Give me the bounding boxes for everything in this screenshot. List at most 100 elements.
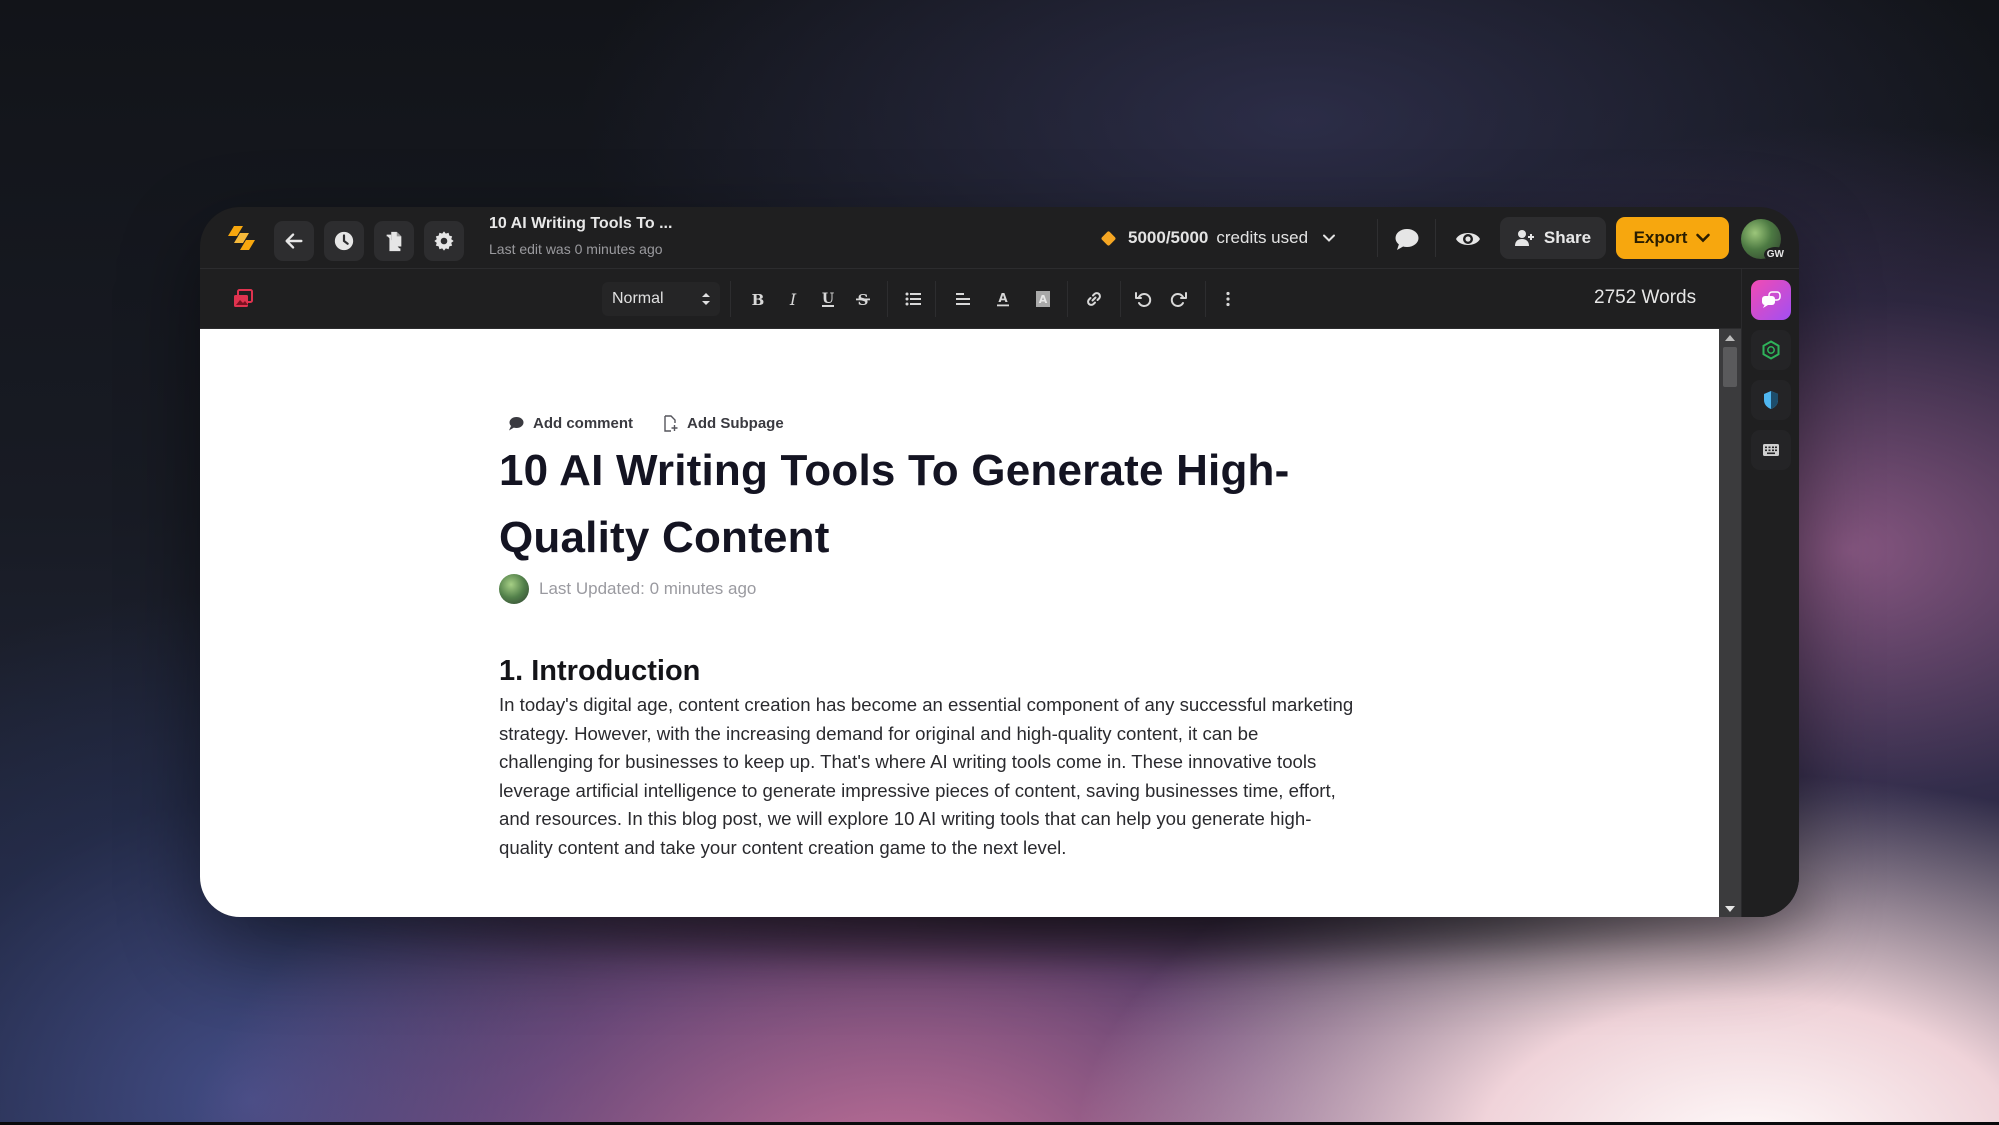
divider [1377, 219, 1378, 257]
comments-button[interactable] [1393, 225, 1421, 253]
text-color-icon: A [997, 291, 1009, 307]
add-subpage-label: Add Subpage [687, 415, 784, 432]
back-button[interactable] [274, 221, 314, 261]
undo-button[interactable] [1130, 286, 1156, 312]
document-title[interactable]: 10 AI Writing Tools To ... [489, 215, 672, 233]
underline-icon: U [822, 291, 834, 307]
export-label: Export [1633, 228, 1688, 247]
share-button[interactable]: Share [1500, 217, 1606, 259]
chat-assistant-button[interactable] [1751, 280, 1791, 320]
formatting-toolbar: Normal B I U S A A 2752 Words [200, 269, 1741, 329]
vertical-scrollbar[interactable] [1719, 329, 1741, 917]
settings-button[interactable] [424, 221, 464, 261]
article-title-line: Quality Content [499, 513, 830, 562]
divider [1120, 281, 1121, 317]
user-avatar[interactable]: GW [1741, 219, 1787, 262]
add-page-icon [664, 415, 678, 432]
comment-bubble-icon [1395, 229, 1419, 250]
paragraph-line: challenging for businesses to keep up. T… [499, 751, 1317, 772]
scroll-down-arrow-icon[interactable] [1725, 906, 1735, 912]
intro-paragraph[interactable]: In today's digital age, content creation… [499, 691, 1429, 862]
top-bar: 10 AI Writing Tools To ... Last edit was… [200, 207, 1799, 269]
bullet-list-button[interactable] [900, 286, 926, 312]
italic-button[interactable]: I [780, 286, 806, 312]
divider [935, 281, 936, 317]
redo-button[interactable] [1166, 286, 1192, 312]
link-icon [1087, 292, 1101, 306]
svg-text:B: B [752, 291, 765, 308]
align-left-icon [956, 293, 970, 305]
history-clock-icon [334, 231, 354, 251]
paragraph-style-select[interactable]: Normal [602, 282, 720, 316]
highlight-icon: A [1036, 291, 1050, 307]
avatar-initials: GW [1763, 247, 1787, 262]
settings-gear-icon [434, 231, 454, 251]
chevron-down-icon [1696, 233, 1711, 243]
documents-icon [386, 231, 402, 252]
underline-button[interactable]: U [815, 286, 841, 312]
hexagon-check-icon [1762, 340, 1780, 360]
svg-text:I: I [789, 290, 797, 308]
plagiarism-check-button[interactable] [1751, 330, 1791, 370]
right-tool-rail [1741, 269, 1799, 917]
keyboard-icon [1763, 444, 1779, 456]
image-gallery-icon[interactable] [232, 288, 254, 310]
divider [1435, 219, 1436, 257]
credits-diamond-icon [1100, 230, 1117, 246]
divider [1205, 281, 1206, 317]
redo-icon [1170, 292, 1187, 307]
credits-label: credits used [1216, 228, 1309, 247]
undo-icon [1135, 292, 1152, 307]
security-shield-button[interactable] [1751, 380, 1791, 420]
word-count: 2752 Words [1594, 287, 1697, 308]
paragraph-line: In today's digital age, content creation… [499, 694, 1354, 715]
link-button[interactable] [1081, 286, 1107, 312]
bold-button[interactable]: B [745, 286, 771, 312]
add-user-icon [1514, 230, 1534, 246]
shield-icon [1764, 391, 1778, 409]
more-vertical-icon [1226, 291, 1230, 307]
paragraph-line: and resources. In this blog post, we wil… [499, 808, 1312, 829]
svg-text:A: A [998, 291, 1008, 305]
app-logo-icon[interactable] [226, 223, 256, 253]
credits-count: 5000/5000 [1128, 228, 1209, 247]
highlight-button[interactable]: A [1030, 286, 1056, 312]
scrollbar-thumb[interactable] [1723, 347, 1737, 387]
add-comment-label: Add comment [533, 415, 634, 432]
svg-text:U: U [822, 291, 834, 307]
paragraph-line: quality content and take your content cr… [499, 836, 1067, 858]
eye-icon [1456, 233, 1480, 245]
strikethrough-button[interactable]: S [850, 286, 876, 312]
back-arrow-icon [285, 233, 303, 249]
add-comment-button[interactable]: Add comment [508, 415, 633, 432]
document-canvas[interactable]: Add comment Add Subpage 10 AI Writing To… [200, 329, 1719, 917]
bold-icon: B [752, 291, 765, 308]
article-title[interactable]: 10 AI Writing Tools To Generate High- Qu… [499, 437, 1399, 571]
keyboard-shortcuts-button[interactable] [1751, 430, 1791, 470]
strikethrough-icon: S [856, 291, 870, 308]
add-subpage-button[interactable]: Add Subpage [663, 415, 784, 432]
history-button[interactable] [324, 221, 364, 261]
style-select-value: Normal [612, 290, 664, 307]
paragraph-line: strategy. However, with the increasing d… [499, 722, 1259, 744]
section-heading[interactable]: 1. Introduction [499, 655, 700, 688]
divider [730, 281, 731, 317]
article-title-line: 10 AI Writing Tools To Generate High- [499, 446, 1290, 495]
scroll-up-arrow-icon[interactable] [1725, 335, 1735, 341]
credits-dropdown[interactable]: 5000/5000 credits used [1100, 223, 1336, 253]
document-actions: Add comment Add Subpage [508, 415, 784, 432]
export-button[interactable]: Export [1616, 217, 1729, 259]
preview-button[interactable] [1454, 225, 1482, 253]
editor-window: 10 AI Writing Tools To ... Last edit was… [200, 207, 1799, 917]
last-edit-status: Last edit was 0 minutes ago [489, 241, 663, 257]
documents-button[interactable] [374, 221, 414, 261]
text-color-button[interactable]: A [990, 286, 1016, 312]
select-arrows-icon [702, 293, 710, 305]
more-options-button[interactable] [1215, 286, 1241, 312]
article-meta: Last Updated: 0 minutes ago [499, 574, 756, 604]
chevron-down-icon [1323, 234, 1336, 242]
align-button[interactable] [950, 286, 976, 312]
comment-icon [509, 417, 524, 431]
paragraph-line: leverage artificial intelligence to gene… [499, 779, 1336, 801]
author-avatar [499, 574, 529, 604]
